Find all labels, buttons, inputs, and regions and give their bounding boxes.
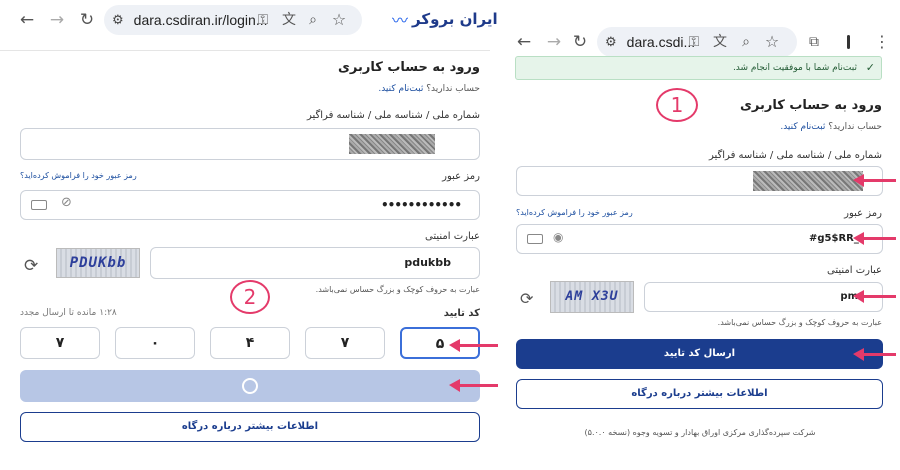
url-text: dara.csdiran.ir/login... <box>133 12 268 28</box>
forgot-password-link[interactable]: رمز عبور خود را فراموش کرده‌اید؟ <box>516 208 716 217</box>
blurred-id-value <box>753 171 863 191</box>
check-circle-icon: ✓ <box>865 61 875 74</box>
register-link[interactable]: ثبت‌نام کنید. <box>378 84 423 94</box>
blurred-id-value <box>349 134 435 154</box>
arrow-to-submit <box>449 379 498 392</box>
hide-password-icon[interactable]: ⊘ <box>61 195 72 210</box>
captcha-label: عبارت امنیتی <box>425 231 480 242</box>
otp-digit-4[interactable]: ۰ <box>115 327 195 359</box>
captcha-image: AM X3U <box>550 281 634 313</box>
captcha-input[interactable]: pm <box>644 282 883 312</box>
captcha-input[interactable]: pdukbb <box>150 247 480 279</box>
national-id-label: شماره ملی / شناسه ملی / شناسه فراگیر <box>306 110 480 121</box>
footer-text: شرکت سپرده‌گذاری مرکزی اوراق بهادار و تس… <box>584 428 816 437</box>
captcha-value: pdukbb <box>404 256 451 269</box>
refresh-captcha-icon[interactable]: ⟳ <box>520 289 533 308</box>
zoom-icon[interactable]: ⌕ <box>302 0 324 40</box>
forward-icon[interactable]: → <box>46 0 68 40</box>
arrow-to-password <box>853 232 896 245</box>
left-divider <box>0 50 490 51</box>
arrow-to-otp <box>449 339 498 352</box>
resend-timer: ۱:۲۸ مانده تا ارسال مجدد <box>20 308 117 318</box>
site-info-icon[interactable]: ⚙ <box>112 12 124 28</box>
logo-text: ایران بروکر <box>412 10 498 28</box>
keyboard-icon[interactable] <box>527 234 543 244</box>
arrow-to-id <box>853 174 896 187</box>
profile-icon[interactable] <box>847 35 850 49</box>
right-register-line: حساب ندارید؟ ثبت‌نام کنید. <box>680 122 882 132</box>
translate-icon[interactable]: 文 <box>278 0 300 40</box>
arrow-to-captcha <box>853 290 896 303</box>
otp-digit-2[interactable]: ۷ <box>305 327 385 359</box>
captcha-hint: عبارت به حروف کوچک و بزرگ حساس نمی‌باشد. <box>717 318 882 327</box>
left-form-title: ورود به حساب کاربری <box>337 60 480 75</box>
refresh-captcha-icon[interactable]: ⟳ <box>24 256 38 276</box>
no-account-text: حساب ندارید؟ <box>426 84 480 94</box>
logo-chart-icon: 〰 <box>392 11 409 30</box>
key-icon[interactable]: ⚿ <box>252 0 274 40</box>
loading-submit-button[interactable] <box>20 370 480 402</box>
success-message: ثبت‌نام شما با موفقیت انجام شد. <box>732 63 857 73</box>
password-label: رمز عبور <box>442 171 480 182</box>
password-input[interactable]: ⊘ •••••••••••• <box>20 190 480 220</box>
back-icon[interactable]: ← <box>16 0 38 40</box>
arrow-to-send-code <box>853 348 896 361</box>
loading-spinner-icon <box>242 378 258 394</box>
national-id-input[interactable] <box>516 166 883 196</box>
site-info-icon[interactable]: ⚙ <box>605 34 617 50</box>
otp-digit-1[interactable]: ۵ <box>400 327 480 359</box>
register-link[interactable]: ثبت‌نام کنید. <box>780 122 825 132</box>
show-password-icon[interactable]: ◉ <box>553 230 563 244</box>
bookmark-star-icon[interactable]: ☆ <box>328 0 350 40</box>
national-id-label: شماره ملی / شناسه ملی / شناسه فراگیر <box>708 150 882 161</box>
success-alert: ثبت‌نام شما با موفقیت انجام شد. ✓ <box>515 56 882 80</box>
otp-digit-5[interactable]: ۷ <box>20 327 100 359</box>
right-form-title: ورود به حساب کاربری <box>739 98 882 113</box>
national-id-input[interactable] <box>20 128 480 160</box>
password-label: رمز عبور <box>844 208 882 219</box>
no-account-text: حساب ندارید؟ <box>828 122 882 132</box>
otp-digit-3[interactable]: ۴ <box>210 327 290 359</box>
logo: ایران بروکر 〰 <box>392 6 508 32</box>
send-code-button[interactable]: ارسال کد تایید <box>516 339 883 369</box>
left-more-info-button[interactable]: اطلاعات بیشتر درباره درگاه <box>20 412 480 442</box>
forgot-password-link[interactable]: رمز عبور خود را فراموش کرده‌اید؟ <box>20 171 220 180</box>
password-input[interactable]: ◉ #g5$RR_ <box>516 224 883 254</box>
password-value: •••••••••••• <box>381 198 462 212</box>
keyboard-icon[interactable] <box>31 200 47 210</box>
captcha-label: عبارت امنیتی <box>827 265 882 276</box>
step-2-badge: 2 <box>230 280 270 314</box>
captcha-image: PDUKbb <box>56 248 140 278</box>
password-value: #g5$RR_ <box>809 233 859 244</box>
left-register-line: حساب ندارید؟ ثبت‌نام کنید. <box>260 84 480 94</box>
otp-label: کد تایید <box>443 308 480 319</box>
reload-icon[interactable]: ↻ <box>76 0 98 40</box>
right-more-info-button[interactable]: اطلاعات بیشتر درباره درگاه <box>516 379 883 409</box>
